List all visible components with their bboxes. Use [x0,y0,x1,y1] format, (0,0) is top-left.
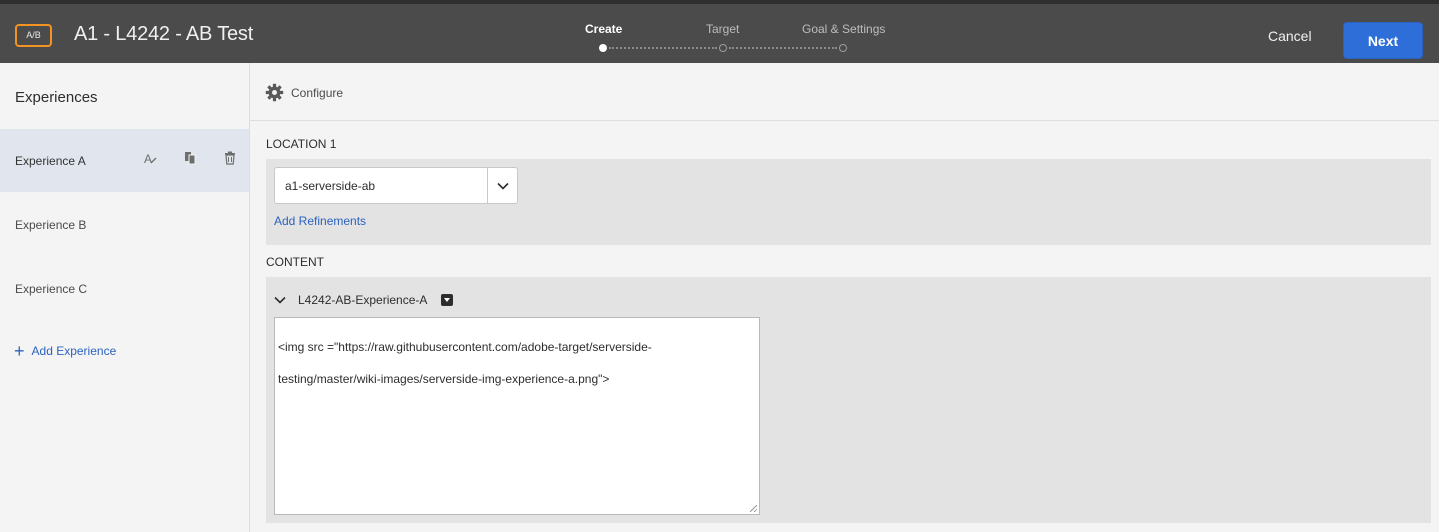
svg-text:A: A [144,152,152,165]
configure-label: Configure [291,85,344,100]
add-refinements-link[interactable]: Add Refinements [274,214,366,228]
activity-title: A1 - L4242 - AB Test [74,23,254,45]
experience-label: Experience A [15,154,86,168]
offer-menu-icon[interactable] [441,294,454,306]
add-experience-label: Add Experience [31,344,117,358]
ab-test-badge: A/B [15,24,52,47]
step-target-dot [719,44,727,52]
resize-handle[interactable] [750,505,757,512]
experience-item-a[interactable]: Experience A A [0,129,249,192]
html-code-editor[interactable]: <img src ="https://raw.githubusercontent… [274,317,760,515]
chevron-down-icon[interactable] [274,293,286,307]
sidebar-title: Experiences [15,89,98,106]
content-section-label: CONTENT [266,255,324,269]
workflow-steps: Create Target Goal & Settings [560,22,900,62]
content-panel: L4242-AB-Experience-A <img src ="https:/… [266,277,1431,523]
step-create[interactable]: Create [585,22,622,36]
chevron-down-icon[interactable] [487,168,517,203]
divider [250,120,1439,121]
step-target[interactable]: Target [706,22,739,36]
plus-icon: + [14,341,25,361]
code-line: testing/master/wiki-images/serverside-im… [278,372,610,386]
gear-icon [265,83,284,102]
location-panel: a1-serverside-ab Add Refinements [266,159,1431,245]
main-panel: Configure LOCATION 1 a1-serverside-ab Ad… [250,63,1439,532]
cancel-button[interactable]: Cancel [1268,28,1312,44]
step-goal-settings[interactable]: Goal & Settings [802,22,885,36]
experience-item-b[interactable]: Experience B [0,193,249,256]
experiences-sidebar: Experiences Experience A A Experience B … [0,63,250,532]
delete-icon[interactable] [223,151,237,165]
location-select-value: a1-serverside-ab [285,179,376,193]
next-button[interactable]: Next [1343,22,1423,59]
duplicate-icon[interactable] [183,151,197,165]
step-connector [609,47,717,49]
location-section-label: LOCATION 1 [266,137,337,151]
code-line: <img src ="https://raw.githubusercontent… [278,340,652,354]
step-goal-dot [839,44,847,52]
offer-name: L4242-AB-Experience-A [298,293,428,307]
experience-item-c[interactable]: Experience C [0,257,249,320]
top-bar: A/B A1 - L4242 - AB Test Create Target G… [0,0,1439,63]
offer-header: L4242-AB-Experience-A [274,293,454,307]
configure-button[interactable]: Configure [265,83,343,102]
experience-label: Experience C [15,282,88,296]
step-create-dot [599,44,607,52]
add-experience-button[interactable]: + Add Experience [14,341,117,361]
rename-icon[interactable]: A [143,151,157,166]
step-connector [729,47,837,49]
location-select[interactable]: a1-serverside-ab [274,167,518,204]
experience-label: Experience B [15,218,87,232]
